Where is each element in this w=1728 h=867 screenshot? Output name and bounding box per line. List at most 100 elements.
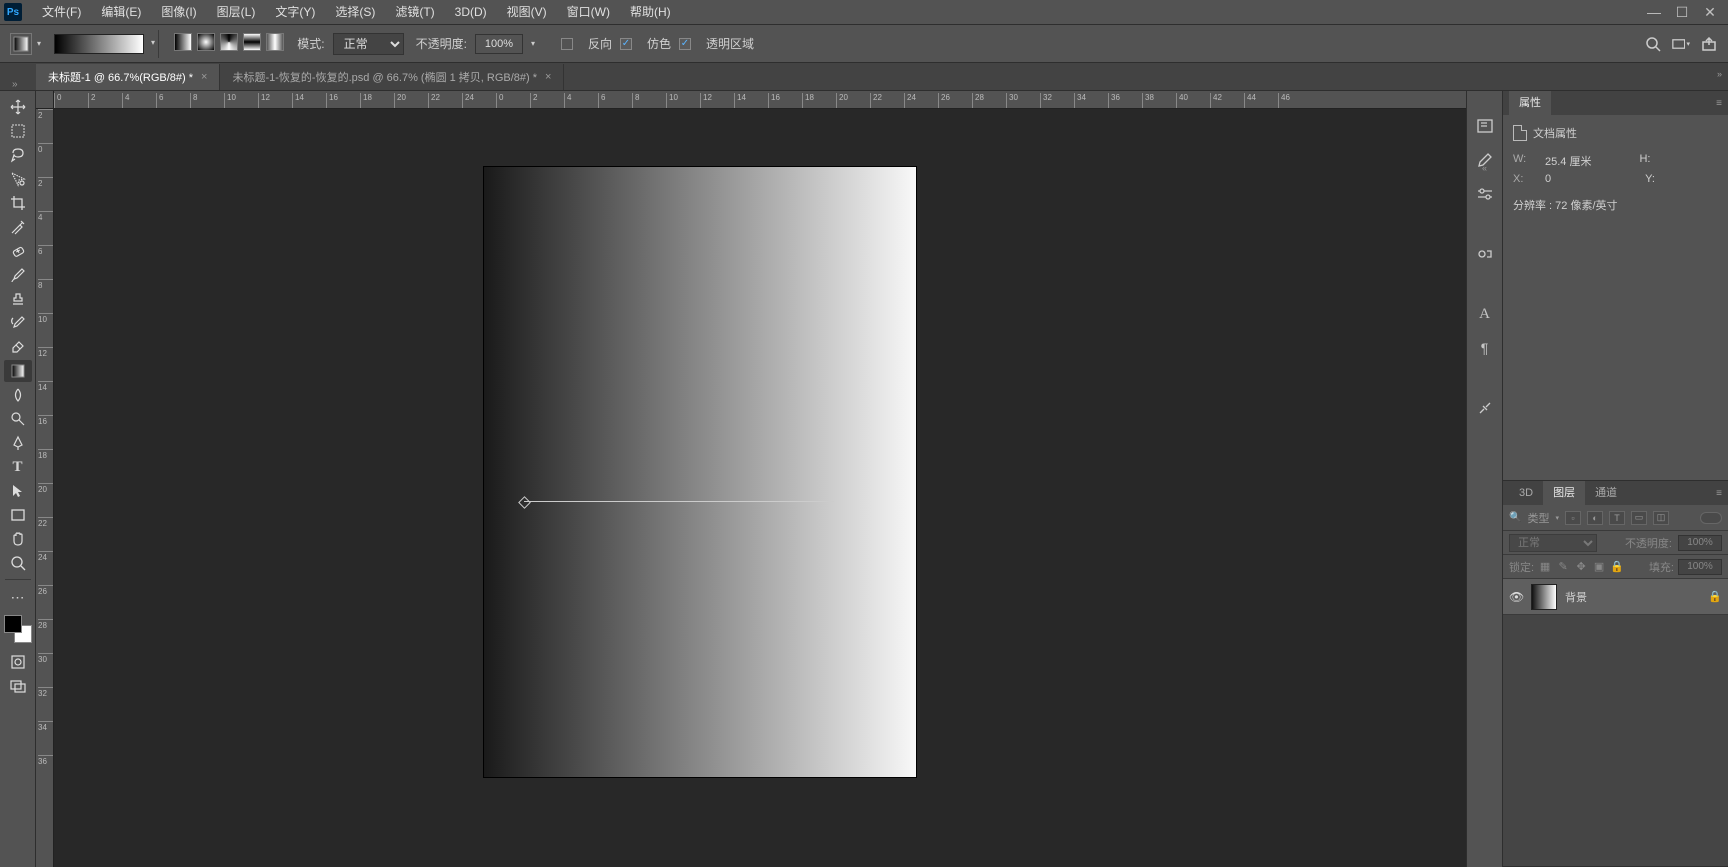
layer-blend-mode-select[interactable]: 正常 <box>1509 534 1597 552</box>
ruler-tick: 2 <box>38 177 54 188</box>
reflected-gradient-button[interactable] <box>243 33 261 51</box>
opacity-dropdown-icon[interactable]: ▾ <box>531 39 535 48</box>
dither-checkbox[interactable] <box>620 38 632 50</box>
blur-tool[interactable] <box>4 384 32 406</box>
character-panel-icon[interactable]: A <box>1474 303 1496 325</box>
crop-tool[interactable] <box>4 192 32 214</box>
maximize-button[interactable]: ☐ <box>1668 2 1696 22</box>
lock-pixels-icon[interactable]: ✎ <box>1556 560 1570 574</box>
filter-toggle-switch[interactable] <box>1700 512 1722 524</box>
ruler-tick: 12 <box>38 347 54 358</box>
layers-tab[interactable]: 图层 <box>1543 481 1585 505</box>
styles-panel-icon[interactable] <box>1474 243 1496 265</box>
zoom-tool[interactable] <box>4 552 32 574</box>
channels-tab[interactable]: 通道 <box>1585 481 1627 505</box>
paragraph-panel-icon[interactable]: ¶ <box>1474 337 1496 359</box>
horizontal-ruler[interactable]: 0246810121416182022240246810121416182022… <box>54 91 1466 109</box>
panel-menu-icon[interactable]: ≡ <box>1710 98 1728 109</box>
vertical-ruler[interactable]: 2024681012141618202224262830323436 <box>36 109 54 867</box>
layer-opacity-input[interactable] <box>1678 535 1722 551</box>
tool-preset-picker[interactable] <box>10 33 32 55</box>
document-tab-active[interactable]: 未标题-1 @ 66.7%(RGB/8#) * × <box>36 64 220 90</box>
lasso-tool[interactable] <box>4 144 32 166</box>
screen-mode-icon[interactable]: ▾ <box>1672 35 1690 53</box>
edit-toolbar-button[interactable]: ⋯ <box>4 586 32 608</box>
search-icon[interactable] <box>1644 35 1662 53</box>
eyedropper-tool[interactable] <box>4 216 32 238</box>
diamond-gradient-button[interactable] <box>266 33 284 51</box>
angle-gradient-button[interactable] <box>220 33 238 51</box>
share-icon[interactable] <box>1700 35 1718 53</box>
gradient-picker[interactable] <box>54 34 144 54</box>
brush-tool[interactable] <box>4 264 32 286</box>
menu-file[interactable]: 文件(F) <box>32 0 91 25</box>
menu-image[interactable]: 图像(I) <box>151 0 206 25</box>
layer-item-background[interactable]: 👁 背景 🔒 <box>1503 579 1728 615</box>
tool-presets-panel-icon[interactable] <box>1474 397 1496 419</box>
tab-close-icon[interactable]: × <box>545 71 551 83</box>
pen-tool[interactable] <box>4 432 32 454</box>
filter-pixel-icon[interactable]: ▫ <box>1565 511 1581 525</box>
document-viewport[interactable] <box>54 109 1466 867</box>
filter-type-icon[interactable]: T <box>1609 511 1625 525</box>
reverse-checkbox[interactable] <box>561 38 573 50</box>
linear-gradient-button[interactable] <box>174 33 192 51</box>
stamp-tool[interactable] <box>4 288 32 310</box>
ruler-origin[interactable] <box>36 91 54 109</box>
healing-brush-tool[interactable] <box>4 240 32 262</box>
transparency-checkbox[interactable] <box>679 38 691 50</box>
lock-transparency-icon[interactable]: ▦ <box>1538 560 1552 574</box>
menu-edit[interactable]: 编辑(E) <box>91 0 151 25</box>
opacity-input[interactable] <box>475 34 523 54</box>
screen-mode-button[interactable] <box>4 675 32 697</box>
menu-layer[interactable]: 图层(L) <box>207 0 266 25</box>
search-icon[interactable]: 🔍 <box>1509 512 1521 523</box>
filter-shape-icon[interactable]: ▭ <box>1631 511 1647 525</box>
move-tool[interactable] <box>4 96 32 118</box>
menu-filter[interactable]: 滤镜(T) <box>385 0 444 25</box>
properties-tab[interactable]: 属性 <box>1509 91 1551 115</box>
menu-help[interactable]: 帮助(H) <box>620 0 681 25</box>
gradient-tool[interactable] <box>4 360 32 382</box>
adjustments-panel-icon[interactable] <box>1474 183 1496 205</box>
quick-mask-button[interactable] <box>4 651 32 673</box>
menu-view[interactable]: 视图(V) <box>497 0 557 25</box>
close-button[interactable]: ✕ <box>1696 2 1724 22</box>
layer-name[interactable]: 背景 <box>1565 589 1587 605</box>
collapse-panels-icon[interactable]: » <box>1717 69 1722 79</box>
menu-select[interactable]: 选择(S) <box>325 0 385 25</box>
minimize-button[interactable]: — <box>1640 2 1668 22</box>
shape-tool[interactable] <box>4 504 32 526</box>
panel-menu-icon[interactable]: ≡ <box>1710 488 1728 499</box>
hand-tool[interactable] <box>4 528 32 550</box>
brushes-panel-icon[interactable] <box>1474 149 1496 171</box>
filter-adjustment-icon[interactable]: ◐ <box>1587 511 1603 525</box>
history-panel-icon[interactable] <box>1474 115 1496 137</box>
menu-type[interactable]: 文字(Y) <box>265 0 325 25</box>
marquee-tool[interactable] <box>4 120 32 142</box>
type-tool[interactable]: T <box>4 456 32 478</box>
history-brush-tool[interactable] <box>4 312 32 334</box>
foreground-color-swatch[interactable] <box>4 615 22 633</box>
lock-all-icon[interactable]: 🔒 <box>1610 560 1624 574</box>
document-tab[interactable]: 未标题-1-恢复的-恢复的.psd @ 66.7% (椭圆 1 拷贝, RGB/… <box>220 64 564 90</box>
eraser-tool[interactable] <box>4 336 32 358</box>
color-swatches[interactable] <box>4 615 32 643</box>
layer-thumbnail[interactable] <box>1531 584 1557 610</box>
tab-close-icon[interactable]: × <box>201 71 207 83</box>
3d-tab[interactable]: 3D <box>1509 481 1543 505</box>
filter-type-select[interactable]: 类型 <box>1527 510 1549 526</box>
radial-gradient-button[interactable] <box>197 33 215 51</box>
visibility-toggle-icon[interactable]: 👁 <box>1509 590 1523 604</box>
blend-mode-select[interactable]: 正常 <box>333 33 404 55</box>
menu-3d[interactable]: 3D(D) <box>445 0 497 25</box>
lock-position-icon[interactable]: ✥ <box>1574 560 1588 574</box>
filter-smart-icon[interactable]: ◫ <box>1653 511 1669 525</box>
document-canvas[interactable] <box>484 167 916 777</box>
menu-window[interactable]: 窗口(W) <box>557 0 620 25</box>
quick-select-tool[interactable] <box>4 168 32 190</box>
dodge-tool[interactable] <box>4 408 32 430</box>
fill-input[interactable] <box>1678 559 1722 575</box>
lock-artboard-icon[interactable]: ▣ <box>1592 560 1606 574</box>
path-select-tool[interactable] <box>4 480 32 502</box>
